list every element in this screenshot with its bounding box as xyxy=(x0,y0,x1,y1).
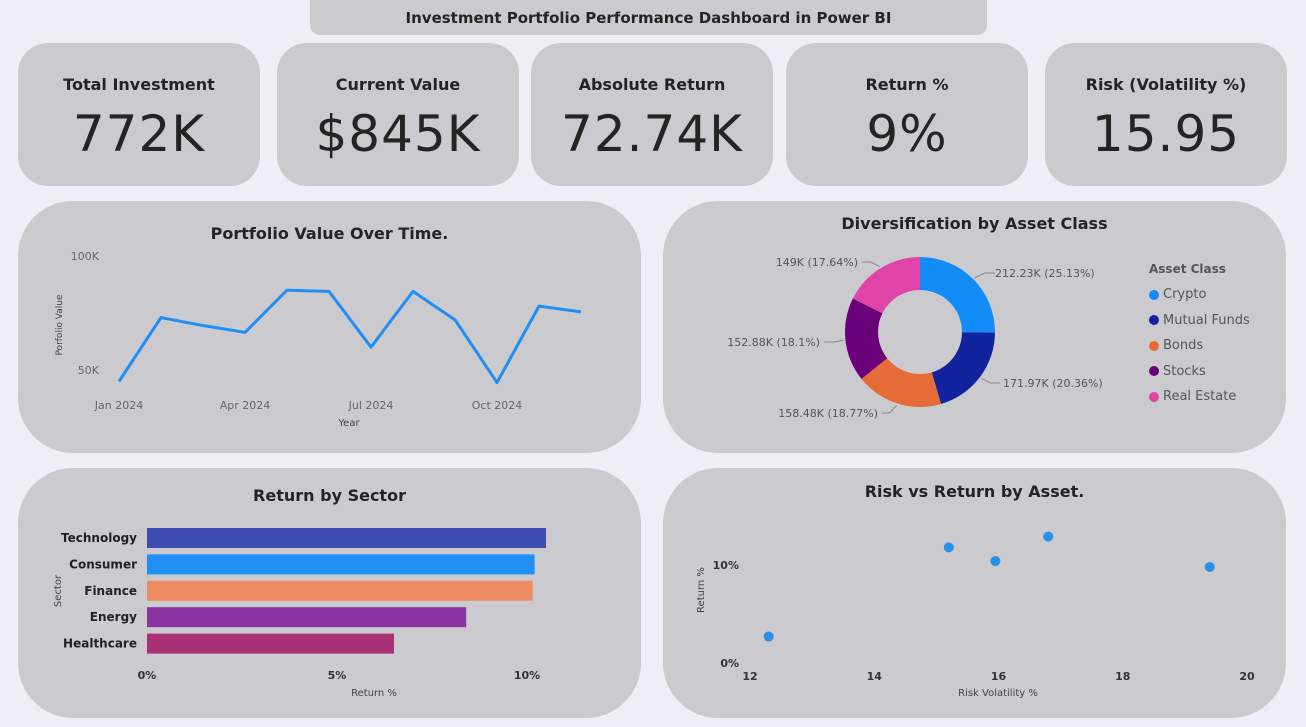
legend-dot xyxy=(1149,289,1159,300)
legend-dot xyxy=(1149,391,1159,402)
legend-dot xyxy=(1149,340,1159,351)
legend-label: Bonds xyxy=(1163,338,1204,354)
chart-title: Portfolio Value Over Time. xyxy=(210,224,449,243)
legend-label: Crypto xyxy=(1163,287,1207,303)
kpi-card-current-value[interactable]: Current Value $845K xyxy=(277,43,519,186)
legend-item-stocks[interactable]: Stocks xyxy=(1149,359,1250,385)
legend-item-mutual-funds[interactable]: Mutual Funds xyxy=(1149,308,1250,334)
portfolio-value-panel[interactable]: Portfolio Value Over Time. xyxy=(18,201,641,453)
dashboard-title: Investment Portfolio Performance Dashboa… xyxy=(310,0,987,35)
kpi-label: Return % xyxy=(865,75,949,94)
kpi-card-risk[interactable]: Risk (Volatility %) 15.95 xyxy=(1045,43,1287,186)
kpi-value: 15.95 xyxy=(1091,105,1241,163)
kpi-label: Current Value xyxy=(335,75,461,94)
risk-vs-return-panel[interactable]: Risk vs Return by Asset. xyxy=(663,468,1286,718)
legend-title: Asset Class xyxy=(1149,262,1226,276)
chart-title: Diversification by Asset Class xyxy=(841,214,1108,233)
kpi-card-absolute-return[interactable]: Absolute Return 72.74K xyxy=(531,43,773,186)
legend-label: Real Estate xyxy=(1163,389,1237,405)
legend-item-bonds[interactable]: Bonds xyxy=(1149,333,1250,359)
asset-class-legend: Asset Class Crypto Mutual Funds Bonds St… xyxy=(1149,262,1250,410)
kpi-card-return-percent[interactable]: Return % 9% xyxy=(786,43,1028,186)
legend-label: Mutual Funds xyxy=(1163,312,1250,328)
kpi-label: Absolute Return xyxy=(578,75,726,94)
legend-item-real-estate[interactable]: Real Estate xyxy=(1149,384,1250,410)
kpi-value: 72.74K xyxy=(561,105,743,163)
kpi-label: Total Investment xyxy=(63,75,215,94)
legend-dot xyxy=(1149,366,1159,377)
kpi-label: Risk (Volatility %) xyxy=(1085,75,1247,94)
chart-title: Risk vs Return by Asset. xyxy=(864,482,1085,501)
return-by-sector-panel[interactable]: Return by Sector xyxy=(18,468,641,718)
kpi-value: $845K xyxy=(315,105,481,163)
legend-item-crypto[interactable]: Crypto xyxy=(1149,282,1250,308)
kpi-value: 9% xyxy=(866,105,948,163)
chart-title: Return by Sector xyxy=(253,486,406,505)
kpi-card-total-investment[interactable]: Total Investment 772K xyxy=(18,43,260,186)
kpi-value: 772K xyxy=(72,105,206,163)
legend-label: Stocks xyxy=(1163,363,1206,379)
legend-dot xyxy=(1149,315,1159,326)
